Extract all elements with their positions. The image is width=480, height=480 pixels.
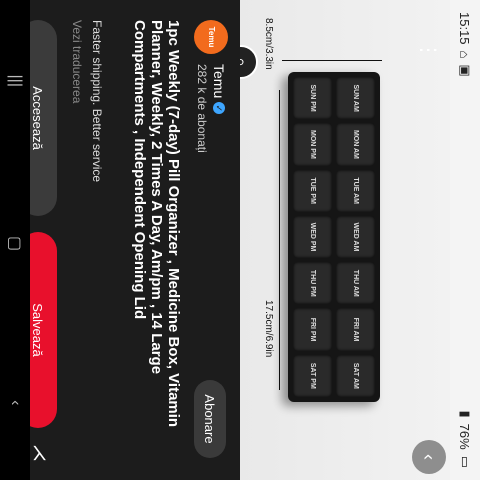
channel-name-row: Temu ✓ bbox=[211, 64, 227, 153]
share-icon: ⋌ bbox=[30, 444, 50, 462]
organizer-compartment: MON AM bbox=[336, 123, 375, 166]
organizer-compartment: SUN AM bbox=[336, 77, 375, 120]
organizer-compartment: TUE AM bbox=[336, 169, 375, 212]
translate-link[interactable]: Vezi traducerea bbox=[70, 20, 84, 103]
organizer-compartment: FRI AM bbox=[336, 308, 375, 351]
length-dimension-line bbox=[279, 90, 280, 390]
organizer-compartment: SAT PM bbox=[293, 354, 332, 397]
organizer-compartment: THU AM bbox=[336, 262, 375, 305]
organizer-compartment: WED PM bbox=[293, 215, 332, 259]
signal-icon: ▮ bbox=[458, 410, 473, 418]
organizer-compartment: FRI PM bbox=[293, 308, 332, 351]
width-label: 8.5cm/3.3in bbox=[263, 18, 274, 70]
video-title: 1pc Weekly (7-day) Pill Organizer , Medi… bbox=[131, 20, 182, 428]
channel-row[interactable]: Temu Temu ✓ 282 k de abonați bbox=[194, 20, 228, 153]
status-bar: 15:15 ⌂ ▣ ▮ 76% ▭ bbox=[450, 0, 480, 480]
product-image[interactable]: ‹ ⋮ 17.5cm/6.9in 8.5cm/3.3in SUN AM MON A… bbox=[240, 0, 450, 480]
description: Faster shipping. Better service bbox=[90, 20, 104, 183]
width-dimension-line bbox=[282, 60, 382, 61]
status-time: 15:15 bbox=[457, 12, 473, 45]
nav-home-icon[interactable]: ▢ bbox=[5, 236, 25, 251]
more-options-button[interactable]: ⋮ bbox=[412, 38, 446, 62]
length-label: 17.5cm/6.9in bbox=[263, 300, 274, 358]
subscriber-count: 282 k de abonați bbox=[195, 64, 209, 153]
organizer-compartment: MON PM bbox=[293, 123, 332, 166]
nav-recents-icon[interactable]: ||| bbox=[6, 75, 24, 87]
status-left: 15:15 ⌂ ▣ bbox=[457, 12, 474, 77]
channel-info: Temu ✓ 282 k de abonați bbox=[195, 64, 227, 153]
subscribe-button[interactable]: Abonare bbox=[194, 380, 226, 458]
organizer-compartment: WED AM bbox=[336, 215, 375, 259]
organizer-compartment: TUE PM bbox=[293, 169, 332, 212]
more-vert-icon: ⋮ bbox=[417, 40, 440, 60]
channel-name: Temu bbox=[211, 64, 227, 99]
lens-search-icon: ⌕ bbox=[240, 57, 252, 67]
organizer-compartment: SAT AM bbox=[336, 354, 375, 397]
avatar[interactable]: Temu bbox=[194, 20, 228, 54]
phone-screen: 15:15 ⌂ ▣ ▮ 76% ▭ ‹ ⋮ 17.5cm/6.9in 8.5cm… bbox=[0, 0, 480, 480]
back-button[interactable]: ‹ bbox=[412, 440, 446, 474]
navigation-bar: ||| ▢ ‹ bbox=[0, 0, 30, 480]
share-button[interactable]: ⋌ bbox=[29, 444, 50, 462]
status-right: ▮ 76% ▭ bbox=[457, 410, 474, 468]
pill-organizer: SUN AM MON AM TUE AM WED AM THU AM FRI AM SAT … bbox=[288, 72, 380, 402]
organizer-compartment: THU PM bbox=[293, 262, 332, 305]
battery-icon: ▭ bbox=[458, 455, 473, 468]
chevron-left-icon: ‹ bbox=[419, 454, 440, 460]
wifi-icon: ⌂ bbox=[457, 50, 473, 59]
nav-back-icon[interactable]: ‹ bbox=[6, 400, 24, 405]
details-panel: Temu Temu ✓ 282 k de abonați Abonare 1pc… bbox=[0, 0, 240, 480]
photo-icon: ▣ bbox=[458, 64, 473, 77]
verified-icon: ✓ bbox=[213, 102, 225, 115]
lens-button[interactable]: ⌕ bbox=[240, 45, 258, 79]
organizer-compartment: SUN PM bbox=[293, 77, 332, 120]
battery-level: 76% bbox=[457, 423, 473, 450]
